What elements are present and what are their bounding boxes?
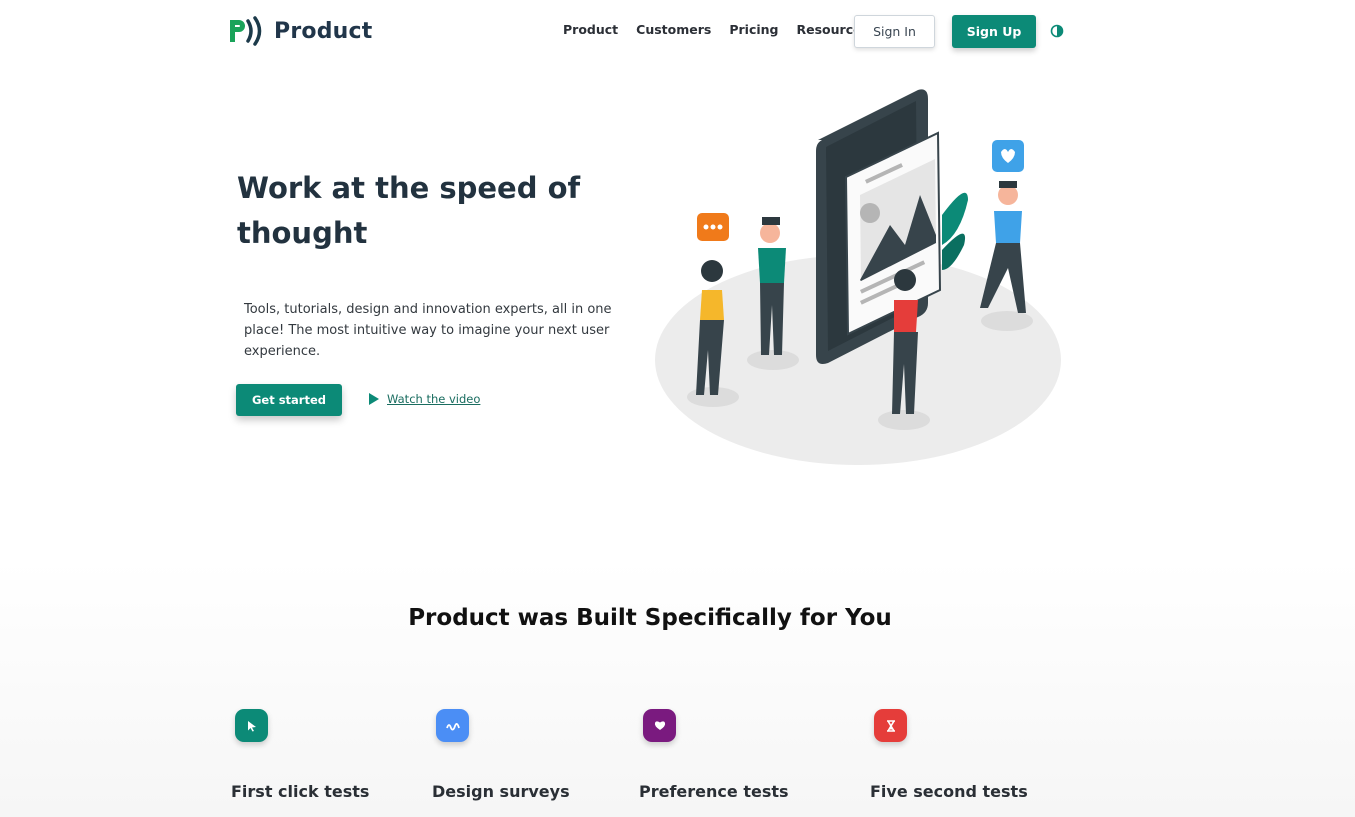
header: Product Product Customers Pricing Resour…: [0, 0, 1355, 62]
feature-label: Five second tests: [870, 782, 1028, 801]
feature-label: Preference tests: [639, 782, 789, 801]
get-started-button[interactable]: Get started: [236, 384, 342, 416]
watch-video-label: Watch the video: [387, 392, 481, 406]
brand-name: Product: [274, 18, 373, 44]
hero-title: Work at the speed of thought: [237, 171, 581, 250]
theme-toggle-icon[interactable]: [1050, 24, 1064, 38]
features-section: [0, 560, 1355, 817]
feature-design-surveys[interactable]: Design surveys: [432, 709, 570, 801]
feature-label: Design surveys: [432, 782, 570, 801]
logo-icon: [230, 16, 262, 46]
nav-item-customers[interactable]: Customers: [636, 22, 711, 37]
features-title: Product was Built Specifically for You: [408, 605, 892, 631]
hero-description: Tools, tutorials, design and innovation …: [244, 302, 612, 359]
cursor-icon: [235, 709, 268, 742]
sign-in-button[interactable]: Sign In: [854, 15, 935, 48]
feature-five-second-tests[interactable]: Five second tests: [870, 709, 1028, 801]
heart-icon: [643, 709, 676, 742]
brand-logo[interactable]: Product: [228, 15, 372, 47]
watch-video-link[interactable]: Watch the video: [369, 392, 480, 406]
hourglass-icon: [874, 709, 907, 742]
feature-preference-tests[interactable]: Preference tests: [639, 709, 789, 801]
play-icon: [369, 393, 379, 405]
feature-label: First click tests: [231, 782, 370, 801]
main-nav: Product Customers Pricing Resources: [563, 22, 887, 37]
feature-first-click[interactable]: First click tests: [231, 709, 369, 801]
survey-icon: [436, 709, 469, 742]
nav-item-product[interactable]: Product: [563, 22, 618, 37]
hero-illustration: [655, 89, 1061, 465]
nav-item-pricing[interactable]: Pricing: [729, 22, 778, 37]
sign-up-button[interactable]: Sign Up: [952, 15, 1036, 48]
